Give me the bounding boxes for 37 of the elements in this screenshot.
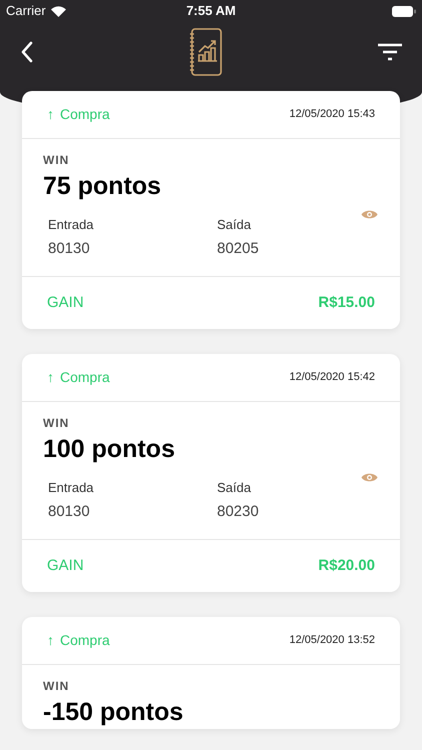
filter-icon[interactable] [378, 43, 402, 61]
points-value: 100 pontos [43, 434, 176, 465]
outcome-label: GAIN [47, 292, 84, 313]
result-label: WIN [43, 678, 70, 695]
result-label: WIN [43, 415, 70, 432]
exit-label: Saída [217, 216, 252, 234]
wifi-icon [50, 6, 66, 16]
trade-type: Compra [60, 631, 110, 650]
trade-card[interactable]: ↑ Compra 12/05/2020 15:43 WIN 75 pontos Entrada 80130 Saída 80205 GAIN R$15.00 [22, 91, 400, 329]
exit-label: Saída [217, 479, 252, 497]
up-arrow-icon: ↑ [47, 630, 54, 651]
entry-label: Entrada [48, 216, 95, 234]
entry-value: 80130 [48, 238, 91, 258]
trade-card[interactable]: ↑ Compra 12/05/2020 15:42 WIN 100 pontos Entrada 80130 Saída 80230 GAIN R$20.00 [22, 354, 400, 592]
amount-value: R$20.00 [318, 556, 375, 576]
result-label: WIN [43, 152, 70, 169]
up-arrow-icon: ↑ [47, 367, 54, 388]
trade-type: Compra [60, 368, 110, 387]
trade-datetime: 12/05/2020 15:42 [289, 370, 375, 386]
points-value: -150 pontos [43, 697, 184, 728]
entry-label: Entrada [48, 479, 95, 497]
notebook-chart-icon [189, 28, 223, 76]
outcome-label: GAIN [47, 556, 84, 576]
trade-card[interactable]: ↑ Compra 12/05/2020 13:52 WIN -150 pontos [22, 617, 400, 729]
entry-value: 80130 [48, 502, 91, 522]
points-value: 75 pontos [43, 171, 162, 202]
battery-icon [392, 6, 416, 16]
trade-datetime: 12/05/2020 15:43 [289, 107, 375, 122]
exit-value: 80230 [217, 502, 260, 522]
status-time: 7:55 AM [186, 2, 236, 20]
amount-value: R$15.00 [318, 292, 375, 313]
exit-value: 80205 [217, 238, 260, 258]
carrier-label: Carrier [6, 2, 46, 20]
trade-datetime: 12/05/2020 13:52 [289, 633, 375, 648]
up-arrow-icon: ↑ [47, 104, 54, 125]
back-icon[interactable] [20, 41, 34, 63]
trade-type: Compra [60, 105, 110, 124]
